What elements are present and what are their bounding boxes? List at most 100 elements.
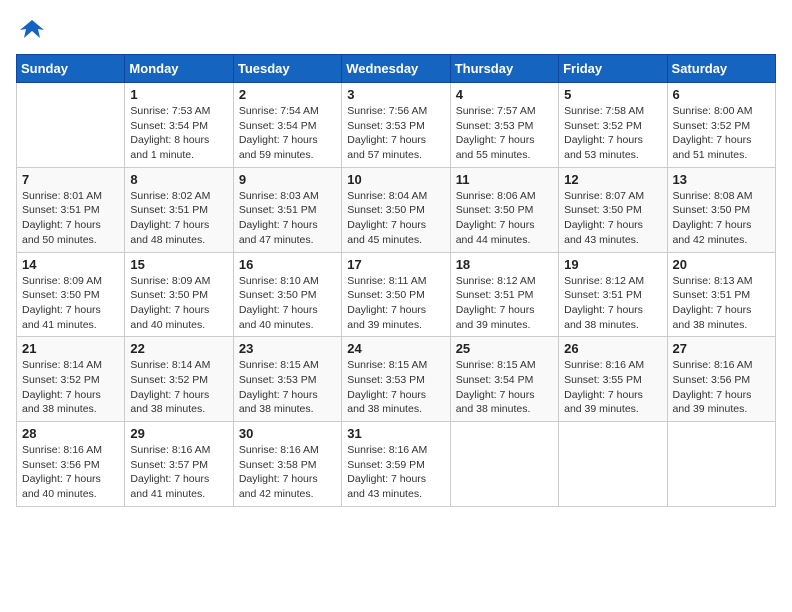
calendar-cell — [559, 422, 667, 507]
day-number: 13 — [673, 172, 770, 187]
calendar-cell: 21 Sunrise: 8:14 AM Sunset: 3:52 PM Dayli… — [17, 337, 125, 422]
calendar-cell: 10Sunrise: 8:04 AM Sunset: 3:50 PM Dayli… — [342, 167, 450, 252]
calendar-cell: 19 Sunrise: 8:12 AM Sunset: 3:51 PM Dayli… — [559, 252, 667, 337]
day-number: 5 — [564, 87, 661, 102]
day-number: 15 — [130, 257, 227, 272]
day-number: 2 — [239, 87, 336, 102]
logo — [16, 16, 46, 44]
calendar-cell: 24Sunrise: 8:15 AM Sunset: 3:53 PM Dayli… — [342, 337, 450, 422]
day-info: Sunrise: 7:57 AM Sunset: 3:53 PM Dayligh… — [456, 104, 553, 163]
day-number: 18 — [456, 257, 553, 272]
day-info: Sunrise: 8:00 AM Sunset: 3:52 PM Dayligh… — [673, 104, 770, 163]
calendar-table: SundayMondayTuesdayWednesdayThursdayFrid… — [16, 54, 776, 507]
day-info: Sunrise: 8:16 AM Sunset: 3:55 PM Dayligh… — [564, 358, 661, 417]
day-info: Sunrise: 8:14 AM Sunset: 3:52 PM Dayligh… — [130, 358, 227, 417]
day-info: Sunrise: 8:03 AM Sunset: 3:51 PM Dayligh… — [239, 189, 336, 248]
calendar-cell: 11Sunrise: 8:06 AM Sunset: 3:50 PM Dayli… — [450, 167, 558, 252]
day-number: 27 — [673, 341, 770, 356]
day-of-week-header: Saturday — [667, 55, 775, 83]
day-info: Sunrise: 8:16 AM Sunset: 3:57 PM Dayligh… — [130, 443, 227, 502]
calendar-cell: 31 Sunrise: 8:16 AM Sunset: 3:59 PM Dayli… — [342, 422, 450, 507]
day-number: 12 — [564, 172, 661, 187]
calendar-week-row: 21 Sunrise: 8:14 AM Sunset: 3:52 PM Dayli… — [17, 337, 776, 422]
calendar-cell: 30Sunrise: 8:16 AM Sunset: 3:58 PM Dayli… — [233, 422, 341, 507]
day-number: 19 — [564, 257, 661, 272]
calendar-cell: 1 Sunrise: 7:53 AM Sunset: 3:54 PM Daylig… — [125, 83, 233, 168]
calendar-cell: 18Sunrise: 8:12 AM Sunset: 3:51 PM Dayli… — [450, 252, 558, 337]
day-number: 17 — [347, 257, 444, 272]
day-info: Sunrise: 8:08 AM Sunset: 3:50 PM Dayligh… — [673, 189, 770, 248]
day-info: Sunrise: 8:09 AM Sunset: 3:50 PM Dayligh… — [130, 274, 227, 333]
day-info: Sunrise: 8:12 AM Sunset: 3:51 PM Dayligh… — [564, 274, 661, 333]
day-number: 23 — [239, 341, 336, 356]
day-info: Sunrise: 8:15 AM Sunset: 3:54 PM Dayligh… — [456, 358, 553, 417]
calendar-cell: 2 Sunrise: 7:54 AM Sunset: 3:54 PM Daylig… — [233, 83, 341, 168]
day-info: Sunrise: 8:10 AM Sunset: 3:50 PM Dayligh… — [239, 274, 336, 333]
day-number: 31 — [347, 426, 444, 441]
day-info: Sunrise: 8:09 AM Sunset: 3:50 PM Dayligh… — [22, 274, 119, 333]
day-number: 4 — [456, 87, 553, 102]
day-info: Sunrise: 8:15 AM Sunset: 3:53 PM Dayligh… — [239, 358, 336, 417]
day-info: Sunrise: 8:13 AM Sunset: 3:51 PM Dayligh… — [673, 274, 770, 333]
day-of-week-header: Friday — [559, 55, 667, 83]
day-number: 1 — [130, 87, 227, 102]
calendar-cell: 23 Sunrise: 8:15 AM Sunset: 3:53 PM Dayli… — [233, 337, 341, 422]
day-number: 11 — [456, 172, 553, 187]
day-number: 7 — [22, 172, 119, 187]
calendar-week-row: 14 Sunrise: 8:09 AM Sunset: 3:50 PM Dayli… — [17, 252, 776, 337]
calendar-cell: 4 Sunrise: 7:57 AM Sunset: 3:53 PM Daylig… — [450, 83, 558, 168]
day-number: 16 — [239, 257, 336, 272]
day-number: 22 — [130, 341, 227, 356]
day-number: 20 — [673, 257, 770, 272]
calendar-cell: 17Sunrise: 8:11 AM Sunset: 3:50 PM Dayli… — [342, 252, 450, 337]
calendar-cell: 26Sunrise: 8:16 AM Sunset: 3:55 PM Dayli… — [559, 337, 667, 422]
day-info: Sunrise: 7:54 AM Sunset: 3:54 PM Dayligh… — [239, 104, 336, 163]
calendar-cell: 22 Sunrise: 8:14 AM Sunset: 3:52 PM Dayli… — [125, 337, 233, 422]
logo-bird-icon — [18, 16, 46, 44]
day-info: Sunrise: 8:15 AM Sunset: 3:53 PM Dayligh… — [347, 358, 444, 417]
day-info: Sunrise: 8:04 AM Sunset: 3:50 PM Dayligh… — [347, 189, 444, 248]
calendar-header-row: SundayMondayTuesdayWednesdayThursdayFrid… — [17, 55, 776, 83]
day-number: 21 — [22, 341, 119, 356]
calendar-cell: 25 Sunrise: 8:15 AM Sunset: 3:54 PM Dayli… — [450, 337, 558, 422]
day-of-week-header: Tuesday — [233, 55, 341, 83]
calendar-cell: 15 Sunrise: 8:09 AM Sunset: 3:50 PM Dayli… — [125, 252, 233, 337]
day-info: Sunrise: 8:14 AM Sunset: 3:52 PM Dayligh… — [22, 358, 119, 417]
calendar-week-row: 1 Sunrise: 7:53 AM Sunset: 3:54 PM Daylig… — [17, 83, 776, 168]
calendar-cell: 12Sunrise: 8:07 AM Sunset: 3:50 PM Dayli… — [559, 167, 667, 252]
calendar-cell: 28Sunrise: 8:16 AM Sunset: 3:56 PM Dayli… — [17, 422, 125, 507]
day-number: 25 — [456, 341, 553, 356]
calendar-cell: 29 Sunrise: 8:16 AM Sunset: 3:57 PM Dayli… — [125, 422, 233, 507]
day-info: Sunrise: 8:01 AM Sunset: 3:51 PM Dayligh… — [22, 189, 119, 248]
calendar-cell: 8 Sunrise: 8:02 AM Sunset: 3:51 PM Daylig… — [125, 167, 233, 252]
calendar-week-row: 28Sunrise: 8:16 AM Sunset: 3:56 PM Dayli… — [17, 422, 776, 507]
calendar-cell: 14 Sunrise: 8:09 AM Sunset: 3:50 PM Dayli… — [17, 252, 125, 337]
calendar-cell: 9 Sunrise: 8:03 AM Sunset: 3:51 PM Daylig… — [233, 167, 341, 252]
day-info: Sunrise: 7:58 AM Sunset: 3:52 PM Dayligh… — [564, 104, 661, 163]
calendar-cell: 20 Sunrise: 8:13 AM Sunset: 3:51 PM Dayli… — [667, 252, 775, 337]
day-number: 29 — [130, 426, 227, 441]
calendar-cell — [667, 422, 775, 507]
day-number: 9 — [239, 172, 336, 187]
day-number: 8 — [130, 172, 227, 187]
day-info: Sunrise: 7:53 AM Sunset: 3:54 PM Dayligh… — [130, 104, 227, 163]
calendar-cell: 7 Sunrise: 8:01 AM Sunset: 3:51 PM Daylig… — [17, 167, 125, 252]
day-number: 14 — [22, 257, 119, 272]
calendar-week-row: 7 Sunrise: 8:01 AM Sunset: 3:51 PM Daylig… — [17, 167, 776, 252]
calendar-cell: 16 Sunrise: 8:10 AM Sunset: 3:50 PM Dayli… — [233, 252, 341, 337]
day-of-week-header: Monday — [125, 55, 233, 83]
day-number: 6 — [673, 87, 770, 102]
calendar-cell — [450, 422, 558, 507]
calendar-cell — [17, 83, 125, 168]
day-info: Sunrise: 8:16 AM Sunset: 3:59 PM Dayligh… — [347, 443, 444, 502]
day-info: Sunrise: 7:56 AM Sunset: 3:53 PM Dayligh… — [347, 104, 444, 163]
day-number: 28 — [22, 426, 119, 441]
day-info: Sunrise: 8:02 AM Sunset: 3:51 PM Dayligh… — [130, 189, 227, 248]
day-number: 3 — [347, 87, 444, 102]
day-of-week-header: Thursday — [450, 55, 558, 83]
day-info: Sunrise: 8:16 AM Sunset: 3:56 PM Dayligh… — [673, 358, 770, 417]
day-of-week-header: Sunday — [17, 55, 125, 83]
calendar-cell: 27 Sunrise: 8:16 AM Sunset: 3:56 PM Dayli… — [667, 337, 775, 422]
calendar-cell: 3 Sunrise: 7:56 AM Sunset: 3:53 PM Daylig… — [342, 83, 450, 168]
calendar-cell: 13 Sunrise: 8:08 AM Sunset: 3:50 PM Dayli… — [667, 167, 775, 252]
